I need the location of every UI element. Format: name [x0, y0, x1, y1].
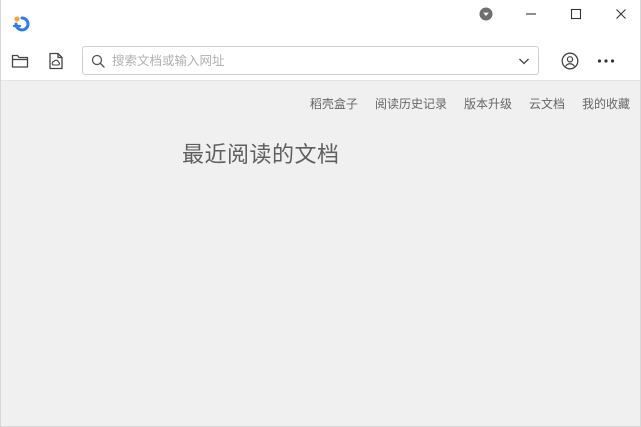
link-reading-history[interactable]: 阅读历史记录 — [375, 95, 447, 112]
more-button[interactable] — [595, 50, 617, 72]
menu-dropdown-button[interactable] — [463, 0, 509, 28]
link-my-favorites[interactable]: 我的收藏 — [582, 95, 630, 112]
link-docer-box[interactable]: 稻壳盒子 — [310, 95, 358, 112]
app-window: 稻壳盒子 阅读历史记录 版本升级 云文档 我的收藏 最近阅读的文档 — [0, 0, 641, 427]
account-button[interactable] — [559, 50, 581, 72]
search-box[interactable] — [82, 46, 539, 75]
link-cloud-docs[interactable]: 云文档 — [529, 95, 565, 112]
close-button[interactable] — [598, 0, 640, 28]
minimize-button[interactable] — [508, 0, 554, 28]
folder-icon — [11, 54, 29, 68]
search-icon — [91, 54, 105, 68]
more-horizontal-icon — [597, 59, 615, 63]
toolbar — [1, 42, 640, 81]
maximize-icon — [570, 8, 582, 20]
chevron-down-icon[interactable] — [518, 55, 530, 67]
open-folder-button[interactable] — [9, 50, 31, 72]
app-logo-icon — [12, 16, 30, 32]
home-content: 稻壳盒子 阅读历史记录 版本升级 云文档 我的收藏 最近阅读的文档 — [1, 81, 640, 426]
search-input[interactable] — [112, 50, 512, 71]
title-bar[interactable] — [1, 0, 640, 42]
recent-documents-title: 最近阅读的文档 — [182, 143, 340, 168]
cloud-document-icon — [49, 52, 63, 70]
top-nav-links: 稻壳盒子 阅读历史记录 版本升级 云文档 我的收藏 — [293, 95, 630, 112]
close-icon — [616, 9, 626, 19]
minimize-icon — [526, 13, 536, 15]
maximize-button[interactable] — [553, 0, 599, 28]
link-version-upgrade[interactable]: 版本升级 — [464, 95, 512, 112]
user-circle-icon — [561, 52, 579, 70]
cloud-document-button[interactable] — [45, 50, 67, 72]
dropdown-circle-icon — [479, 7, 493, 21]
